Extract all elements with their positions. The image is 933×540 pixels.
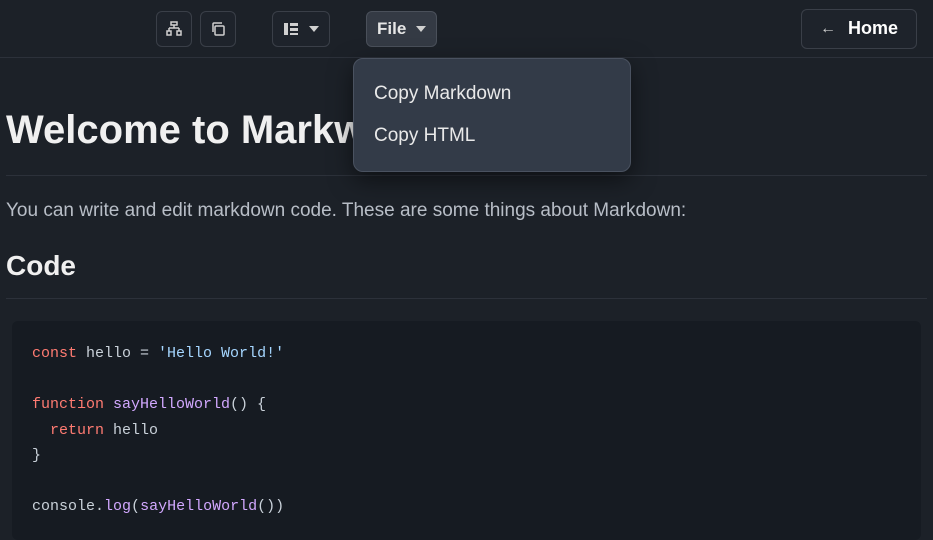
- menu-item-copy-markdown[interactable]: Copy Markdown: [354, 73, 630, 115]
- format-icon: [166, 21, 182, 37]
- code-token: const: [32, 345, 77, 362]
- home-button[interactable]: ← Home: [801, 9, 917, 49]
- code-token: return: [32, 422, 104, 439]
- code-token: (: [131, 498, 140, 515]
- layout-icon: [283, 21, 299, 37]
- code-token: console: [32, 498, 95, 515]
- arrow-left-icon: ←: [820, 20, 836, 38]
- code-token: hello: [77, 345, 140, 362]
- copy-icon: [210, 21, 226, 37]
- layout-dropdown[interactable]: [272, 11, 330, 47]
- code-token: sayHelloWorld: [104, 396, 230, 413]
- code-token: function: [32, 396, 104, 413]
- code-token: .: [95, 498, 104, 515]
- code-token: sayHelloWorld: [140, 498, 257, 515]
- code-token: () {: [230, 396, 266, 413]
- toolbar: File ← Home Copy Markdown Copy HTML: [0, 0, 933, 58]
- code-token: log: [104, 498, 131, 515]
- code-token: }: [32, 447, 41, 464]
- code-token: ()): [257, 498, 284, 515]
- file-menu: Copy Markdown Copy HTML: [353, 58, 631, 172]
- caret-down-icon: [309, 26, 319, 32]
- intro-text: You can write and edit markdown code. Th…: [6, 200, 927, 222]
- file-label: File: [377, 19, 406, 39]
- file-dropdown[interactable]: File: [366, 11, 437, 47]
- section-heading-code: Code: [6, 250, 927, 299]
- home-label: Home: [848, 18, 898, 39]
- code-token: hello: [104, 422, 158, 439]
- caret-down-icon: [416, 26, 426, 32]
- content: Welcome to Markw You can write and edit …: [0, 108, 933, 540]
- copy-button[interactable]: [200, 11, 236, 47]
- code-block: const hello = 'Hello World!' function sa…: [12, 321, 921, 540]
- code-token: =: [140, 345, 149, 362]
- menu-item-copy-html[interactable]: Copy HTML: [354, 115, 630, 157]
- toolbar-left: File: [156, 11, 437, 47]
- code-token: 'Hello World!': [149, 345, 284, 362]
- format-button[interactable]: [156, 11, 192, 47]
